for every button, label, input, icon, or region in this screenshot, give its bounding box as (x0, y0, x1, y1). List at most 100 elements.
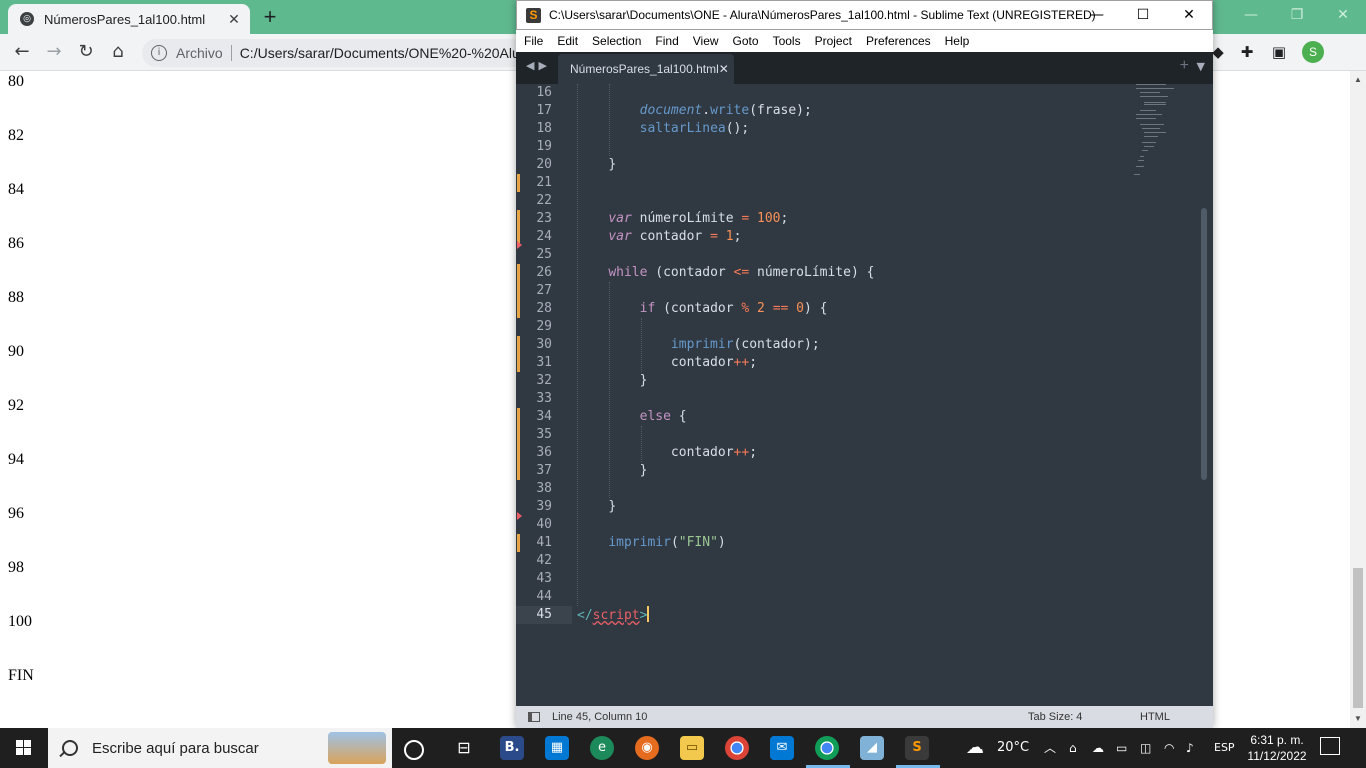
line-number: 17 (536, 103, 552, 118)
new-tab-button[interactable]: + (258, 6, 282, 30)
line-number: 31 (536, 355, 552, 370)
minimize-icon[interactable]: — (1074, 1, 1120, 31)
line-number: 35 (536, 427, 552, 442)
weather-temperature[interactable]: 20°C (997, 728, 1029, 768)
menu-item-find[interactable]: Find (655, 34, 678, 48)
new-tab-icon[interactable]: + (1180, 57, 1189, 75)
taskbar: Escribe aquí para buscar ⊟ B. ▦ e ◉ ▭ ✉ … (0, 728, 1366, 768)
onedrive-icon[interactable]: ☁ (1092, 728, 1104, 768)
side-panel-icon[interactable]: ▣ (1270, 43, 1288, 61)
line-number: 24 (536, 229, 552, 244)
tab-size-selector[interactable]: Tab Size: 4 (1028, 711, 1082, 723)
file-explorer-icon[interactable]: ▭ (680, 736, 704, 760)
sublime-tabbar: ◀▶ NúmerosPares_1al100.html ✕ + ▼ (516, 52, 1213, 84)
page-output-line: 92 (8, 397, 24, 414)
menu-item-file[interactable]: File (524, 34, 543, 48)
scroll-down-icon[interactable]: ▼ (1350, 712, 1366, 726)
page-output-line: 84 (8, 181, 24, 198)
windows-start-icon[interactable] (0, 728, 48, 768)
search-placeholder: Escribe aquí para buscar (92, 739, 259, 757)
page-output-line: 98 (8, 559, 24, 576)
code-line-45: </script> (577, 606, 650, 623)
task-view-icon[interactable]: ⊟ (452, 736, 476, 760)
line-number: 28 (536, 301, 552, 316)
language-indicator[interactable]: ESP (1214, 728, 1235, 768)
search-highlight-image (328, 732, 386, 764)
network-icon[interactable]: ◫ (1140, 728, 1151, 768)
system-clock[interactable]: 6:31 p. m. 11/12/2022 (1244, 732, 1310, 764)
sublime-text-taskbar-icon[interactable]: S (905, 736, 929, 760)
tray-app-icon[interactable]: ⌂ (1069, 728, 1077, 768)
menu-item-edit[interactable]: Edit (557, 34, 578, 48)
sublime-window-controls: — ☐ ✕ (1074, 1, 1212, 31)
menu-item-help[interactable]: Help (945, 34, 970, 48)
code-line-24: var contador = 1; (608, 229, 742, 244)
weather-cloud-icon[interactable]: ☁ (966, 728, 984, 768)
taskbar-search-box[interactable]: Escribe aquí para buscar (48, 728, 392, 768)
menu-item-preferences[interactable]: Preferences (866, 34, 931, 48)
menu-item-selection[interactable]: Selection (592, 34, 641, 48)
minimize-icon[interactable]: — (1228, 0, 1274, 30)
chrome-icon[interactable] (725, 736, 749, 760)
home-button[interactable]: ⌂ (107, 41, 129, 63)
minimap-line (1144, 132, 1166, 133)
close-window-icon[interactable]: ✕ (1320, 0, 1366, 30)
syntax-selector[interactable]: HTML (1140, 711, 1170, 723)
puzzle-icon[interactable]: ✚ (1238, 43, 1256, 61)
panel-toggle-icon[interactable] (528, 712, 540, 722)
code-editor[interactable]: 16 17 18 19 20 21 22 23 24 25 26 27 28 29 30 31 32 33 34 35… (516, 84, 1213, 706)
page-output-line: 82 (8, 127, 24, 144)
back-button[interactable]: ← (11, 41, 33, 63)
scrollbar-thumb[interactable] (1353, 568, 1363, 708)
info-icon[interactable]: i (151, 45, 167, 61)
notifications-icon[interactable] (1320, 737, 1340, 755)
menu-item-tools[interactable]: Tools (773, 34, 801, 48)
browser-tab[interactable]: ◎ NúmerosPares_1al100.html ✕ (8, 4, 250, 34)
editor-scrollbar[interactable] (1200, 90, 1208, 702)
mail-icon[interactable]: ✉ (770, 736, 794, 760)
close-window-icon[interactable]: ✕ (1166, 1, 1212, 31)
volume-icon[interactable]: ♪ (1186, 728, 1194, 768)
line-number: 36 (536, 445, 552, 460)
menu-item-view[interactable]: View (693, 34, 719, 48)
line-number: 29 (536, 319, 552, 334)
wifi-icon[interactable]: ◠ (1164, 728, 1174, 768)
firefox-icon[interactable]: ◉ (635, 736, 659, 760)
minimap-line (1142, 150, 1148, 151)
line-number: 18 (536, 121, 552, 136)
cortana-icon[interactable] (404, 740, 424, 760)
menu-item-goto[interactable]: Goto (733, 34, 759, 48)
show-hidden-icons[interactable]: ︿ (1044, 728, 1056, 768)
maximize-icon[interactable]: ☐ (1120, 1, 1166, 31)
tab-nav-arrows-icon[interactable]: ◀▶ (526, 59, 551, 72)
code-line-20: } (608, 157, 617, 172)
line-number: 20 (536, 157, 552, 172)
sublime-tab[interactable]: NúmerosPares_1al100.html ✕ (558, 54, 734, 84)
page-output-line: 96 (8, 505, 24, 522)
notes-app-icon[interactable]: ◢ (860, 736, 884, 760)
chrome-profile-icon[interactable] (815, 736, 839, 760)
sublime-tab-name: NúmerosPares_1al100.html (570, 62, 719, 76)
sublime-statusbar: Line 45, Column 10 Tab Size: 4 HTML (516, 706, 1213, 728)
menu-item-project[interactable]: Project (815, 34, 852, 48)
scroll-up-icon[interactable]: ▲ (1350, 73, 1366, 87)
line-number: 32 (536, 373, 552, 388)
page-scrollbar[interactable]: ▲ ▼ (1350, 71, 1366, 728)
code-line-18: saltarLinea(); (639, 121, 750, 136)
battery-icon[interactable]: ▭ (1116, 728, 1127, 768)
tab-list-icon[interactable]: ▼ (1197, 60, 1205, 73)
restore-icon[interactable]: ❐ (1274, 0, 1320, 30)
close-tab-icon[interactable]: ✕ (224, 11, 244, 28)
profile-avatar[interactable]: S (1302, 41, 1324, 63)
line-number: 42 (536, 553, 552, 568)
forward-button[interactable]: → (43, 41, 65, 63)
minimap-line (1136, 166, 1144, 167)
close-tab-icon[interactable]: ✕ (719, 62, 729, 76)
store-icon[interactable]: ▦ (545, 736, 569, 760)
address-separator (230, 45, 232, 61)
reload-button[interactable]: ↻ (75, 41, 97, 63)
editor-scrollbar-thumb[interactable] (1201, 208, 1207, 480)
app-b-icon[interactable]: B. (500, 736, 524, 760)
minimap[interactable] (1134, 84, 1194, 184)
edge-icon[interactable]: e (590, 736, 614, 760)
